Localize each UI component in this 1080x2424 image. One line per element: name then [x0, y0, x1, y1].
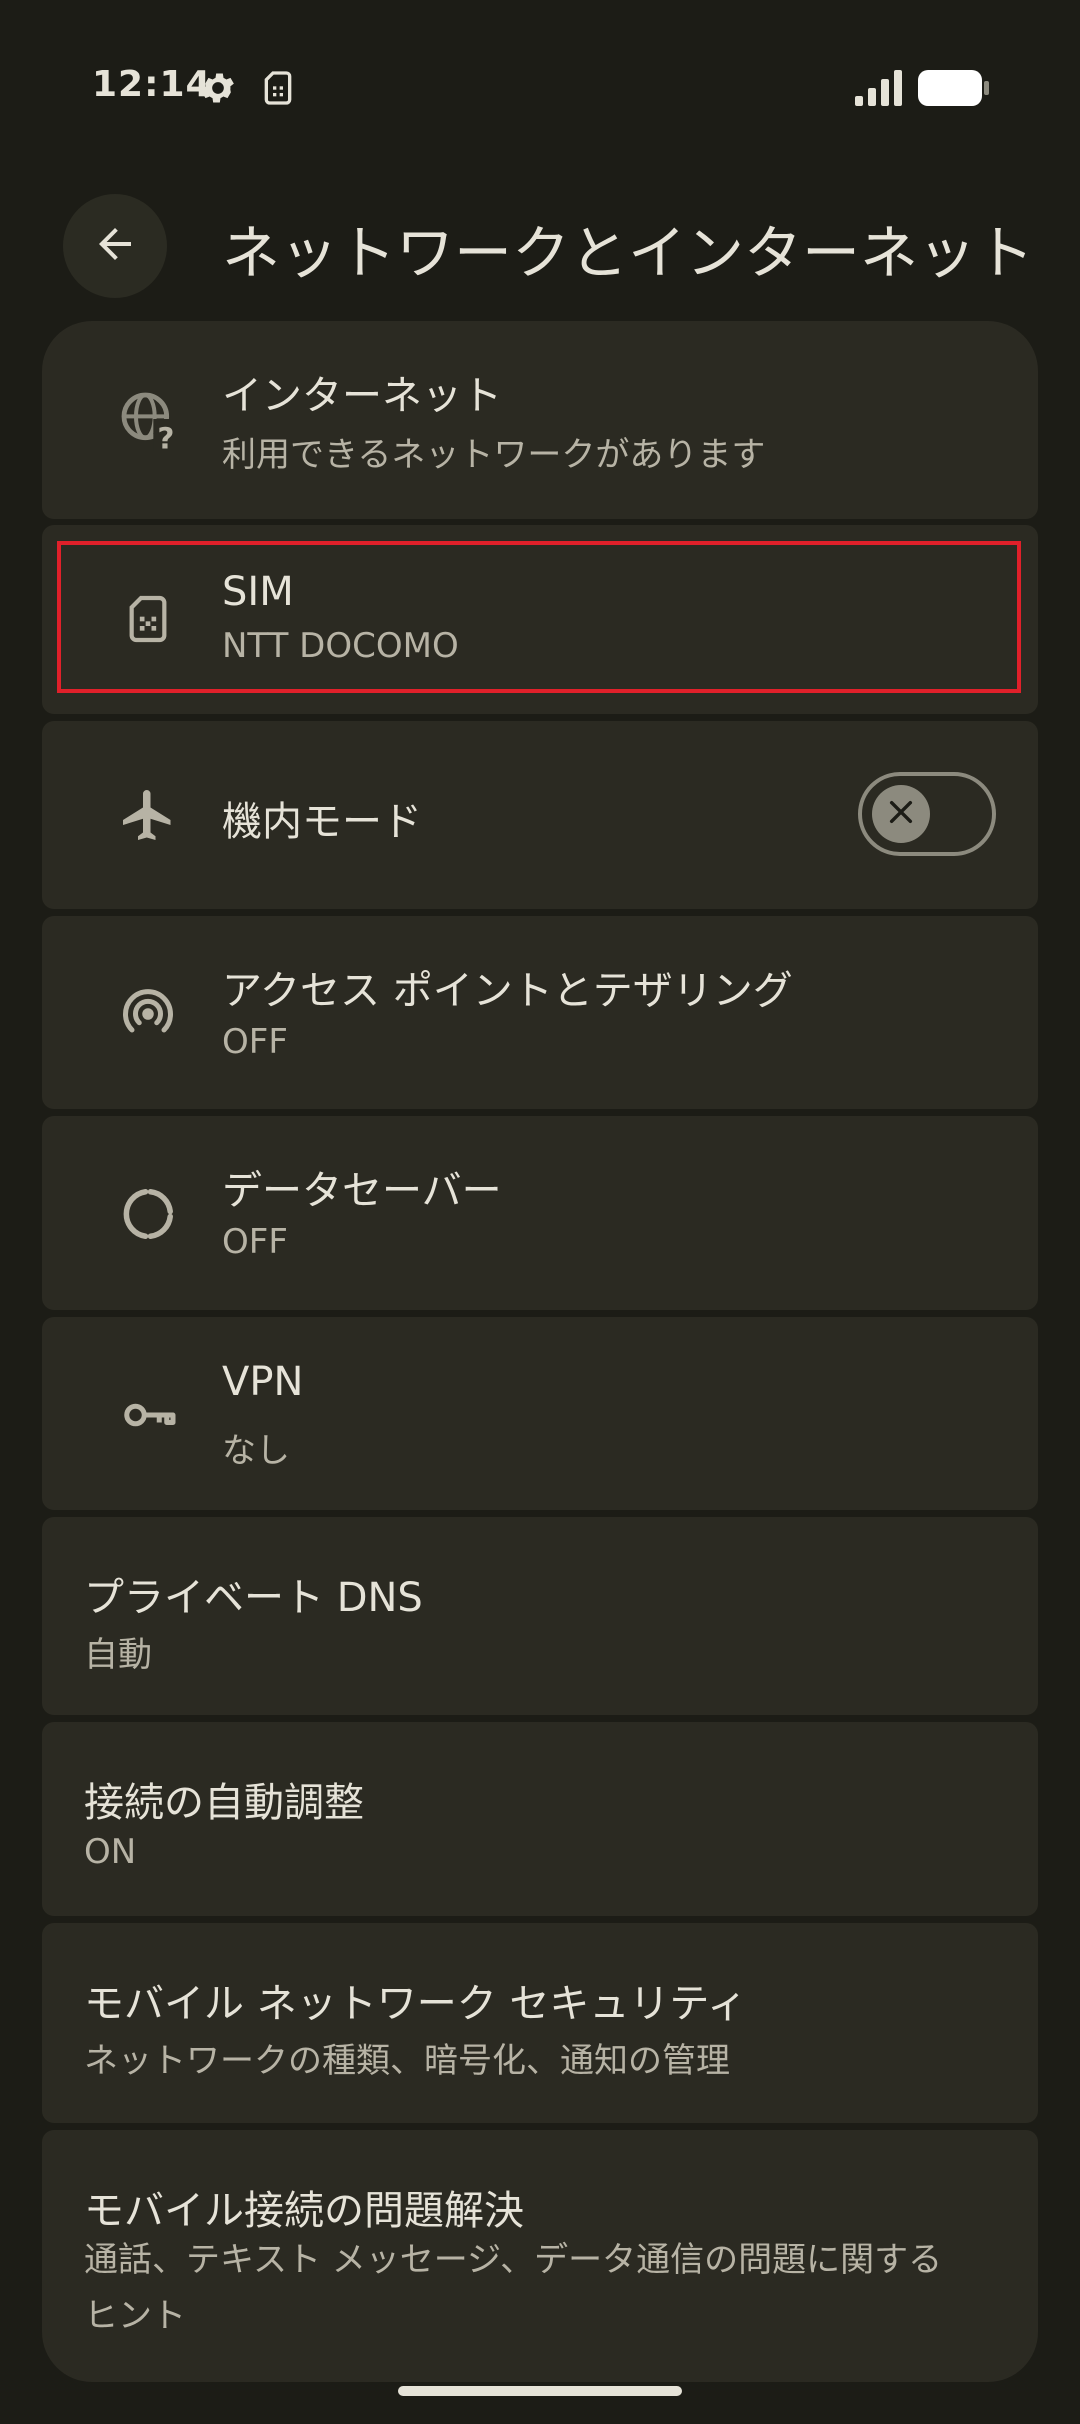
vpn-item[interactable]: VPN なし	[42, 1317, 1038, 1510]
home-indicator[interactable]	[398, 2386, 682, 2396]
key-icon	[102, 1369, 194, 1461]
status-bar: 12:14	[0, 0, 1080, 180]
data-saver-icon	[102, 1168, 194, 1260]
toggle-knob	[872, 785, 930, 843]
mobile-network-security-title: モバイル ネットワーク セキュリティ	[84, 1981, 748, 2027]
sim-card-icon	[258, 68, 298, 108]
svg-text:?: ?	[157, 421, 174, 451]
arrow-back-icon	[91, 220, 139, 272]
close-icon	[885, 796, 917, 832]
hotspot-title: アクセス ポイントとテザリング	[222, 968, 793, 1014]
data-saver-item[interactable]: データセーバー OFF	[42, 1116, 1038, 1310]
globe-question-icon: ?	[102, 373, 194, 465]
mobile-network-security-item[interactable]: モバイル ネットワーク セキュリティ ネットワークの種類、暗号化、通知の管理	[42, 1923, 1038, 2123]
back-button[interactable]	[63, 194, 167, 298]
vpn-subtitle: なし	[222, 1431, 290, 1471]
private-dns-title: プライベート DNS	[84, 1575, 423, 1621]
sim-card-icon	[102, 573, 194, 665]
gear-icon	[198, 68, 238, 108]
airplane-icon	[102, 769, 194, 861]
troubleshoot-title: モバイル接続の問題解決	[84, 2188, 524, 2234]
mobile-network-security-subtitle: ネットワークの種類、暗号化、通知の管理	[84, 2041, 730, 2081]
internet-subtitle: 利用できるネットワークがあります	[222, 435, 766, 475]
hotspot-item[interactable]: アクセス ポイントとテザリング OFF	[42, 916, 1038, 1109]
adaptive-connectivity-title: 接続の自動調整	[84, 1780, 364, 1826]
troubleshoot-item[interactable]: モバイル接続の問題解決 通話、テキスト メッセージ、データ通信の問題に関するヒン…	[42, 2130, 1038, 2382]
private-dns-subtitle: 自動	[84, 1635, 152, 1675]
data-saver-title: データセーバー	[222, 1168, 502, 1214]
vpn-title: VPN	[222, 1359, 304, 1405]
internet-title: インターネット	[222, 373, 502, 419]
hotspot-subtitle: OFF	[222, 1022, 288, 1062]
sim-item[interactable]: SIM NTT DOCOMO	[42, 525, 1038, 714]
airplane-mode-title: 機内モード	[222, 799, 422, 845]
data-saver-subtitle: OFF	[222, 1222, 288, 1262]
private-dns-item[interactable]: プライベート DNS 自動	[42, 1517, 1038, 1715]
page-title: ネットワークとインターネット	[222, 219, 1035, 287]
troubleshoot-subtitle: 通話、テキスト メッセージ、データ通信の問題に関するヒント	[84, 2240, 943, 2336]
hotspot-icon	[102, 968, 194, 1060]
adaptive-connectivity-subtitle: ON	[84, 1832, 137, 1872]
adaptive-connectivity-item[interactable]: 接続の自動調整 ON	[42, 1722, 1038, 1916]
sim-subtitle: NTT DOCOMO	[222, 626, 459, 666]
sim-title: SIM	[222, 569, 294, 615]
airplane-mode-toggle[interactable]	[858, 772, 996, 856]
internet-item[interactable]: ? インターネット 利用できるネットワークがあります	[42, 321, 1038, 519]
signal-icon	[855, 70, 905, 106]
status-time: 12:14	[92, 64, 212, 105]
battery-icon	[918, 70, 990, 106]
